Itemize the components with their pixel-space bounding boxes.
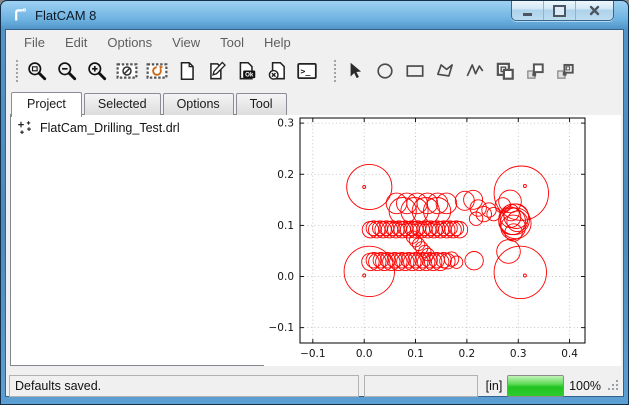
replot-icon bbox=[146, 60, 168, 82]
zoom-fit-icon bbox=[26, 60, 48, 82]
svg-text:0.1: 0.1 bbox=[277, 220, 294, 232]
toolbar-drag-handle[interactable] bbox=[14, 58, 19, 84]
progress-fill bbox=[508, 376, 563, 396]
zoom-out-button[interactable] bbox=[52, 57, 82, 85]
delete-file-icon bbox=[266, 60, 288, 82]
flatcam-app-icon bbox=[12, 7, 28, 23]
new-file-icon bbox=[176, 60, 198, 82]
copy-geometry-icon bbox=[554, 60, 576, 82]
polygon-tool-icon bbox=[434, 60, 456, 82]
maximize-button[interactable] bbox=[544, 1, 576, 20]
save-object-button[interactable]: Ok bbox=[232, 57, 262, 85]
client-area: File Edit Options View Tool Help bbox=[5, 29, 624, 397]
svg-text:0.0: 0.0 bbox=[356, 348, 373, 360]
tab-bar: Project Selected Options Tool bbox=[11, 92, 289, 115]
delete-object-button[interactable] bbox=[262, 57, 292, 85]
window-controls bbox=[511, 1, 614, 21]
svg-text:0.3: 0.3 bbox=[510, 348, 527, 360]
tab-project[interactable]: Project bbox=[11, 92, 82, 117]
minimize-icon bbox=[523, 13, 532, 16]
svg-text:0.1: 0.1 bbox=[407, 348, 424, 360]
tab-tool[interactable]: Tool bbox=[236, 93, 287, 115]
menu-item-view[interactable]: View bbox=[162, 32, 210, 53]
svg-text:0.4: 0.4 bbox=[561, 348, 578, 360]
svg-text:0.0: 0.0 bbox=[277, 271, 294, 283]
path-tool-icon bbox=[464, 60, 486, 82]
copy-objects-button[interactable] bbox=[490, 57, 520, 85]
maximize-icon bbox=[553, 5, 566, 17]
svg-text:−0.1: −0.1 bbox=[269, 322, 295, 334]
draw-polygon-button[interactable] bbox=[430, 57, 460, 85]
tree-item-label: FlatCam_Drilling_Test.drl bbox=[40, 121, 180, 135]
svg-text:>_: >_ bbox=[300, 66, 310, 76]
menu-item-help[interactable]: Help bbox=[254, 32, 301, 53]
status-secondary-box bbox=[364, 375, 478, 397]
zoom-out-icon bbox=[56, 60, 78, 82]
tree-item-drill-object[interactable]: FlatCam_Drilling_Test.drl bbox=[11, 115, 266, 136]
svg-text:0.3: 0.3 bbox=[277, 118, 294, 130]
window-title: FlatCAM 8 bbox=[35, 8, 96, 23]
toolbar-drag-handle-2[interactable] bbox=[332, 58, 337, 84]
edit-file-icon bbox=[206, 60, 228, 82]
main-content: Project Selected Options Tool FlatCam_Dr… bbox=[6, 88, 623, 371]
select-tool-button[interactable] bbox=[340, 57, 370, 85]
menu-item-file[interactable]: File bbox=[14, 32, 55, 53]
close-button[interactable] bbox=[576, 1, 613, 20]
clear-plot-icon bbox=[116, 60, 138, 82]
draw-rectangle-button[interactable] bbox=[400, 57, 430, 85]
move-geometry-button[interactable] bbox=[520, 57, 550, 85]
status-message: Defaults saved. bbox=[15, 379, 101, 393]
close-icon bbox=[589, 5, 600, 16]
svg-text:Ok: Ok bbox=[245, 71, 254, 78]
drill-plot: −0.1 0.0 0.1 0.2 0.3 0.4 −0.1 0.0 0.1 0.2 0.3 bbox=[264, 115, 621, 366]
titlebar[interactable]: FlatCAM 8 bbox=[1, 1, 628, 29]
zoom-in-button[interactable] bbox=[82, 57, 112, 85]
shell-button[interactable]: >_ bbox=[292, 57, 322, 85]
rectangle-tool-icon bbox=[404, 60, 426, 82]
menu-item-edit[interactable]: Edit bbox=[55, 32, 97, 53]
excellon-drill-icon bbox=[17, 120, 33, 136]
plot-canvas[interactable]: −0.1 0.0 0.1 0.2 0.3 0.4 −0.1 0.0 0.1 0.2 0.3 bbox=[264, 115, 621, 366]
shell-icon: >_ bbox=[296, 60, 318, 82]
copy-geometry-button[interactable] bbox=[550, 57, 580, 85]
svg-text:0.2: 0.2 bbox=[277, 169, 294, 181]
status-message-box: Defaults saved. bbox=[9, 375, 359, 397]
copy-objects-icon bbox=[494, 60, 516, 82]
draw-circle-button[interactable] bbox=[370, 57, 400, 85]
window: FlatCAM 8 File Edit Options View Tool He… bbox=[0, 0, 629, 405]
draw-path-button[interactable] bbox=[460, 57, 490, 85]
progress-bar bbox=[507, 375, 564, 397]
menu-item-tool[interactable]: Tool bbox=[210, 32, 254, 53]
zoom-in-icon bbox=[86, 60, 108, 82]
pointer-icon bbox=[344, 60, 366, 82]
project-tree: FlatCam_Drilling_Test.drl bbox=[10, 114, 267, 366]
zoom-fit-button[interactable] bbox=[22, 57, 52, 85]
svg-text:0.2: 0.2 bbox=[459, 348, 476, 360]
window-frame: FlatCAM 8 File Edit Options View Tool He… bbox=[1, 1, 628, 404]
new-project-button[interactable] bbox=[172, 57, 202, 85]
units-label: [in] bbox=[486, 379, 503, 393]
toolbar: Ok >_ bbox=[6, 54, 623, 88]
menubar: File Edit Options View Tool Help bbox=[6, 30, 623, 54]
menu-item-options[interactable]: Options bbox=[97, 32, 162, 53]
tab-options[interactable]: Options bbox=[163, 93, 234, 115]
progress-percent: 100% bbox=[569, 379, 602, 393]
tab-selected[interactable]: Selected bbox=[84, 93, 161, 115]
move-geometry-icon bbox=[524, 60, 546, 82]
statusbar: Defaults saved. [in] 100% bbox=[6, 371, 623, 400]
resize-grip[interactable] bbox=[607, 379, 620, 392]
circle-tool-icon bbox=[374, 60, 396, 82]
clear-plot-button[interactable] bbox=[112, 57, 142, 85]
replot-button[interactable] bbox=[142, 57, 172, 85]
save-ok-icon: Ok bbox=[236, 60, 258, 82]
svg-text:−0.1: −0.1 bbox=[300, 348, 326, 360]
minimize-button[interactable] bbox=[512, 1, 544, 20]
edit-source-button[interactable] bbox=[202, 57, 232, 85]
